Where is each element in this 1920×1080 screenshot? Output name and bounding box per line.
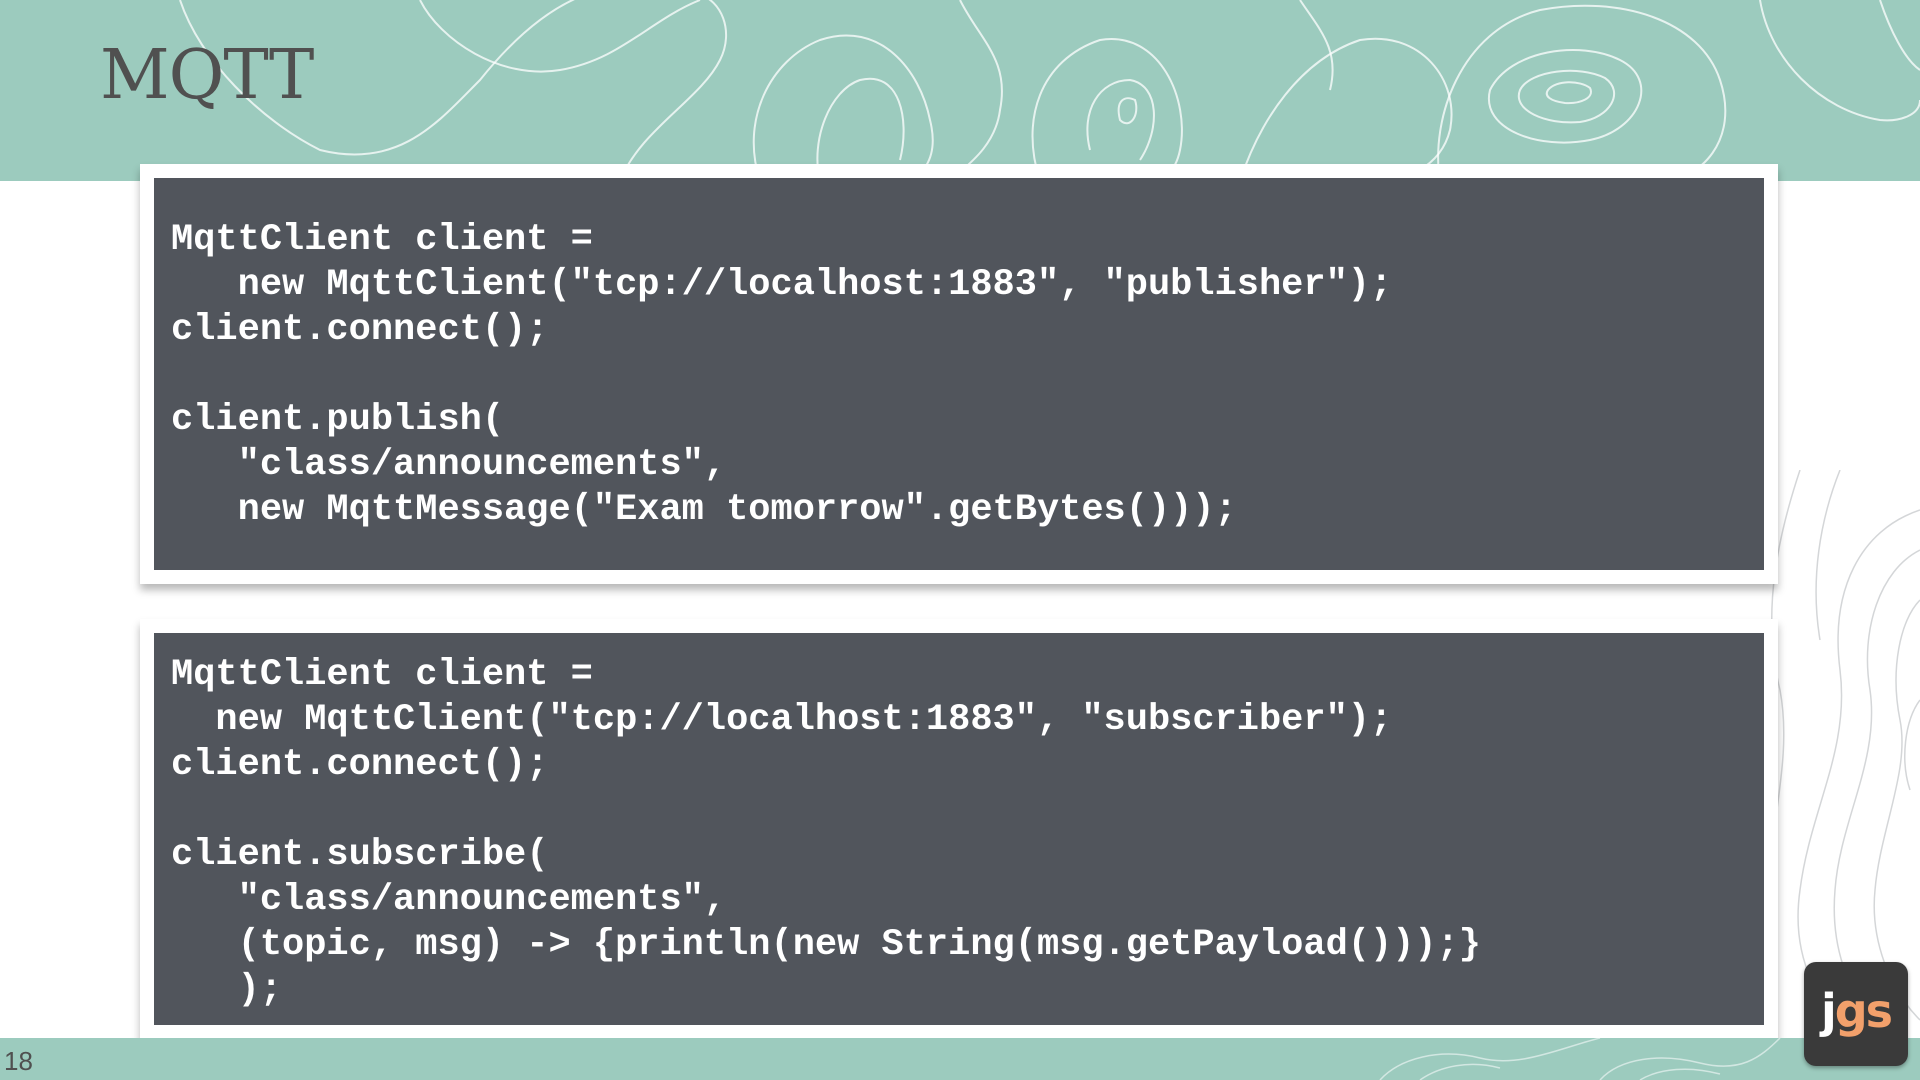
publisher-code-frame: MqttClient client = new MqttClient("tcp:… xyxy=(140,164,1778,584)
code-line: "class/announcements", xyxy=(171,879,727,921)
page-number: 18 xyxy=(4,1046,33,1076)
code-line: MqttClient client = xyxy=(171,654,593,696)
code-line: MqttClient client = xyxy=(171,219,593,261)
subscriber-code: MqttClient client = new MqttClient("tcp:… xyxy=(171,653,1481,1013)
subscriber-code-frame: MqttClient client = new MqttClient("tcp:… xyxy=(140,619,1778,1039)
code-line: client.subscribe( xyxy=(171,834,549,876)
code-line: new MqttClient("tcp://localhost:1883", "… xyxy=(171,699,1393,741)
code-line: (topic, msg) -> {println(new String(msg.… xyxy=(171,924,1482,966)
code-line: client.publish( xyxy=(171,399,505,441)
slide-title: MQTT xyxy=(100,36,314,115)
publisher-code: MqttClient client = new MqttClient("tcp:… xyxy=(171,218,1392,533)
logo-j: j xyxy=(1820,984,1837,1038)
code-line: ); xyxy=(171,969,283,1011)
code-line: client.connect(); xyxy=(171,309,549,351)
subscriber-code-block: MqttClient client = new MqttClient("tcp:… xyxy=(154,633,1764,1025)
footer-band xyxy=(0,1038,1920,1080)
code-line: client.connect(); xyxy=(171,744,549,786)
code-line: new MqttMessage("Exam tomorrow".getBytes… xyxy=(171,489,1237,531)
code-line: "class/announcements", xyxy=(171,444,727,486)
logo-gs: gs xyxy=(1834,984,1893,1038)
publisher-code-block: MqttClient client = new MqttClient("tcp:… xyxy=(154,178,1764,570)
logo-text: jgs xyxy=(1804,984,1908,1038)
jgs-logo-icon: jgs xyxy=(1804,962,1908,1066)
code-line: new MqttClient("tcp://localhost:1883", "… xyxy=(171,264,1393,306)
footer-topographic-pattern-icon xyxy=(1379,1038,1781,1080)
